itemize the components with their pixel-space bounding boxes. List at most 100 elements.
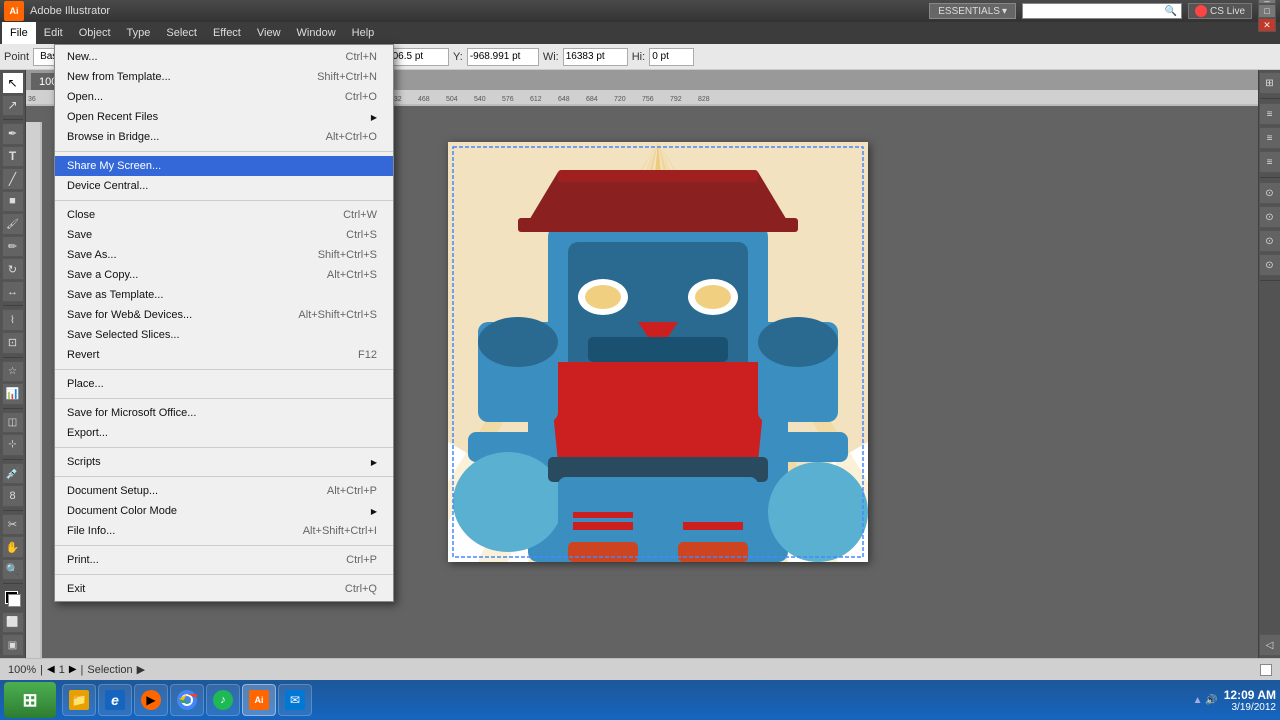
- start-button[interactable]: ⊞: [4, 682, 56, 718]
- fill-stroke-control[interactable]: [3, 589, 23, 609]
- drawing-mode-btn[interactable]: ⬜: [2, 612, 24, 634]
- menu-item-doc-color-mode[interactable]: Document Color Mode ▶: [55, 501, 393, 521]
- menu-item-open[interactable]: Open... Ctrl+O: [55, 87, 393, 107]
- pencil-tool[interactable]: ✏: [2, 236, 24, 258]
- taskbar-app-illustrator[interactable]: Ai: [242, 684, 276, 716]
- menu-item-st-label: Save as Template...: [67, 289, 163, 301]
- menu-item-sw-shortcut: Alt+Shift+Ctrl+S: [298, 309, 377, 321]
- right-panel-btn-4[interactable]: ≡: [1259, 151, 1280, 173]
- menu-item-device-central[interactable]: Device Central...: [55, 176, 393, 196]
- menu-item-export[interactable]: Export...: [55, 423, 393, 443]
- h-input[interactable]: [649, 48, 694, 66]
- mirror-tool[interactable]: ↔: [2, 281, 24, 303]
- menu-view[interactable]: View: [249, 22, 289, 44]
- rotate-tool[interactable]: ↻: [2, 258, 24, 280]
- right-panel-btn-3[interactable]: ≡: [1259, 127, 1280, 149]
- free-transform-tool[interactable]: ⊡: [2, 332, 24, 354]
- hand-tool[interactable]: ✋: [2, 536, 24, 558]
- dropdown-section-5: Save for Microsoft Office... Export...: [55, 401, 393, 445]
- menu-item-file-info[interactable]: File Info... Alt+Shift+Ctrl+I: [55, 521, 393, 541]
- menu-item-browse-bridge[interactable]: Browse in Bridge... Alt+Ctrl+O: [55, 127, 393, 147]
- paintbrush-tool[interactable]: 🖌: [2, 213, 24, 235]
- menu-window[interactable]: Window: [289, 22, 344, 44]
- menu-item-doc-setup[interactable]: Document Setup... Alt+Ctrl+P: [55, 481, 393, 501]
- taskbar-app-wmp[interactable]: ▶: [134, 684, 168, 716]
- right-panel-btn-8[interactable]: ⊙: [1259, 254, 1280, 276]
- gradient-tool[interactable]: ◫: [2, 412, 24, 434]
- taskbar-app-spotify[interactable]: ♪: [206, 684, 240, 716]
- menu-item-save[interactable]: Save Ctrl+S: [55, 225, 393, 245]
- menu-item-new-shortcut: Ctrl+N: [346, 51, 377, 63]
- symbol-tool[interactable]: ☆: [2, 361, 24, 383]
- right-panel-btn-7[interactable]: ⊙: [1259, 230, 1280, 252]
- essentials-button[interactable]: ESSENTIALS ▾: [929, 3, 1016, 19]
- shape-tool[interactable]: ■: [2, 191, 24, 213]
- blend-tool[interactable]: 8: [2, 485, 24, 507]
- search-bar[interactable]: 🔍: [1022, 3, 1182, 19]
- page-next-btn[interactable]: ▶: [69, 664, 77, 675]
- menu-item-revert[interactable]: Revert F12: [55, 345, 393, 365]
- right-panel-btn-5[interactable]: ⊙: [1259, 182, 1280, 204]
- eyedropper-tool[interactable]: 💉: [2, 463, 24, 485]
- menu-item-close-shortcut: Ctrl+W: [343, 209, 377, 221]
- menu-edit[interactable]: Edit: [36, 22, 71, 44]
- menu-item-exit[interactable]: Exit Ctrl+Q: [55, 579, 393, 599]
- menu-item-share-screen[interactable]: Share My Screen...: [55, 156, 393, 176]
- zoom-tool[interactable]: 🔍: [2, 559, 24, 581]
- right-panel-btn-1[interactable]: ⊞: [1259, 72, 1280, 94]
- menu-item-open-recent[interactable]: Open Recent Files ▶: [55, 107, 393, 127]
- graph-tool[interactable]: 📊: [2, 383, 24, 405]
- direct-selection-tool[interactable]: ↗: [2, 95, 24, 117]
- tool-sep-2: [3, 305, 23, 306]
- w-input[interactable]: [563, 48, 628, 66]
- close-button[interactable]: ✕: [1258, 18, 1276, 32]
- cs-live-button[interactable]: CS Live: [1188, 3, 1252, 19]
- taskbar-app-explorer[interactable]: 📁: [62, 684, 96, 716]
- warp-tool[interactable]: ⌇: [2, 309, 24, 331]
- line-tool[interactable]: ╱: [2, 168, 24, 190]
- y-input[interactable]: [467, 48, 539, 66]
- menu-item-ss-label: Share My Screen...: [67, 160, 161, 172]
- page-prev-btn[interactable]: ◀: [47, 664, 55, 675]
- menu-item-save-as[interactable]: Save As... Shift+Ctrl+S: [55, 245, 393, 265]
- menu-select[interactable]: Select: [158, 22, 205, 44]
- right-panel-btn-6[interactable]: ⊙: [1259, 206, 1280, 228]
- taskbar-app-chrome[interactable]: [170, 684, 204, 716]
- menu-item-place-label: Place...: [67, 378, 104, 390]
- taskbar-app-ie[interactable]: e: [98, 684, 132, 716]
- menu-item-save-copy[interactable]: Save a Copy... Alt+Ctrl+S: [55, 265, 393, 285]
- pen-tool[interactable]: ✒: [2, 123, 24, 145]
- menu-item-scripts[interactable]: Scripts ▶: [55, 452, 393, 472]
- y-label: Y:: [453, 51, 463, 63]
- menu-object[interactable]: Object: [71, 22, 119, 44]
- menu-item-save-ms-office[interactable]: Save for Microsoft Office...: [55, 403, 393, 423]
- search-input[interactable]: [1027, 6, 1165, 17]
- wmp-icon: ▶: [141, 690, 161, 710]
- taskbar-app-mail[interactable]: ✉: [278, 684, 312, 716]
- cs-live-label: CS Live: [1210, 6, 1245, 17]
- menu-item-save-template[interactable]: Save as Template...: [55, 285, 393, 305]
- scissors-tool[interactable]: ✂: [2, 514, 24, 536]
- menu-file[interactable]: File: [2, 22, 36, 44]
- page-number: 1: [59, 664, 65, 676]
- menu-item-print[interactable]: Print... Ctrl+P: [55, 550, 393, 570]
- right-panel-collapse-btn[interactable]: ◁: [1259, 634, 1280, 656]
- menu-item-save-web[interactable]: Save for Web& Devices... Alt+Shift+Ctrl+…: [55, 305, 393, 325]
- maximize-button[interactable]: □: [1258, 4, 1276, 18]
- menu-item-close[interactable]: Close Ctrl+W: [55, 205, 393, 225]
- dropdown-section-3: Close Ctrl+W Save Ctrl+S Save As... Shif…: [55, 203, 393, 367]
- menu-item-new-from-template[interactable]: New from Template... Shift+Ctrl+N: [55, 67, 393, 87]
- type-tool[interactable]: T: [2, 146, 24, 168]
- right-panel-btn-2[interactable]: ≡: [1259, 103, 1280, 125]
- menu-type[interactable]: Type: [119, 22, 159, 44]
- selection-tool[interactable]: ↖: [2, 72, 24, 94]
- taskbar-right: ▲ 🔊 12:09 AM 3/19/2012: [1193, 688, 1276, 713]
- menu-item-place[interactable]: Place...: [55, 374, 393, 394]
- screen-mode-btn[interactable]: ▣: [2, 634, 24, 656]
- menu-item-new[interactable]: New... Ctrl+N: [55, 47, 393, 67]
- mesh-tool[interactable]: ⊹: [2, 434, 24, 456]
- right-sep-3: [1260, 280, 1280, 281]
- menu-effect[interactable]: Effect: [205, 22, 249, 44]
- menu-help[interactable]: Help: [344, 22, 383, 44]
- menu-item-save-slices[interactable]: Save Selected Slices...: [55, 325, 393, 345]
